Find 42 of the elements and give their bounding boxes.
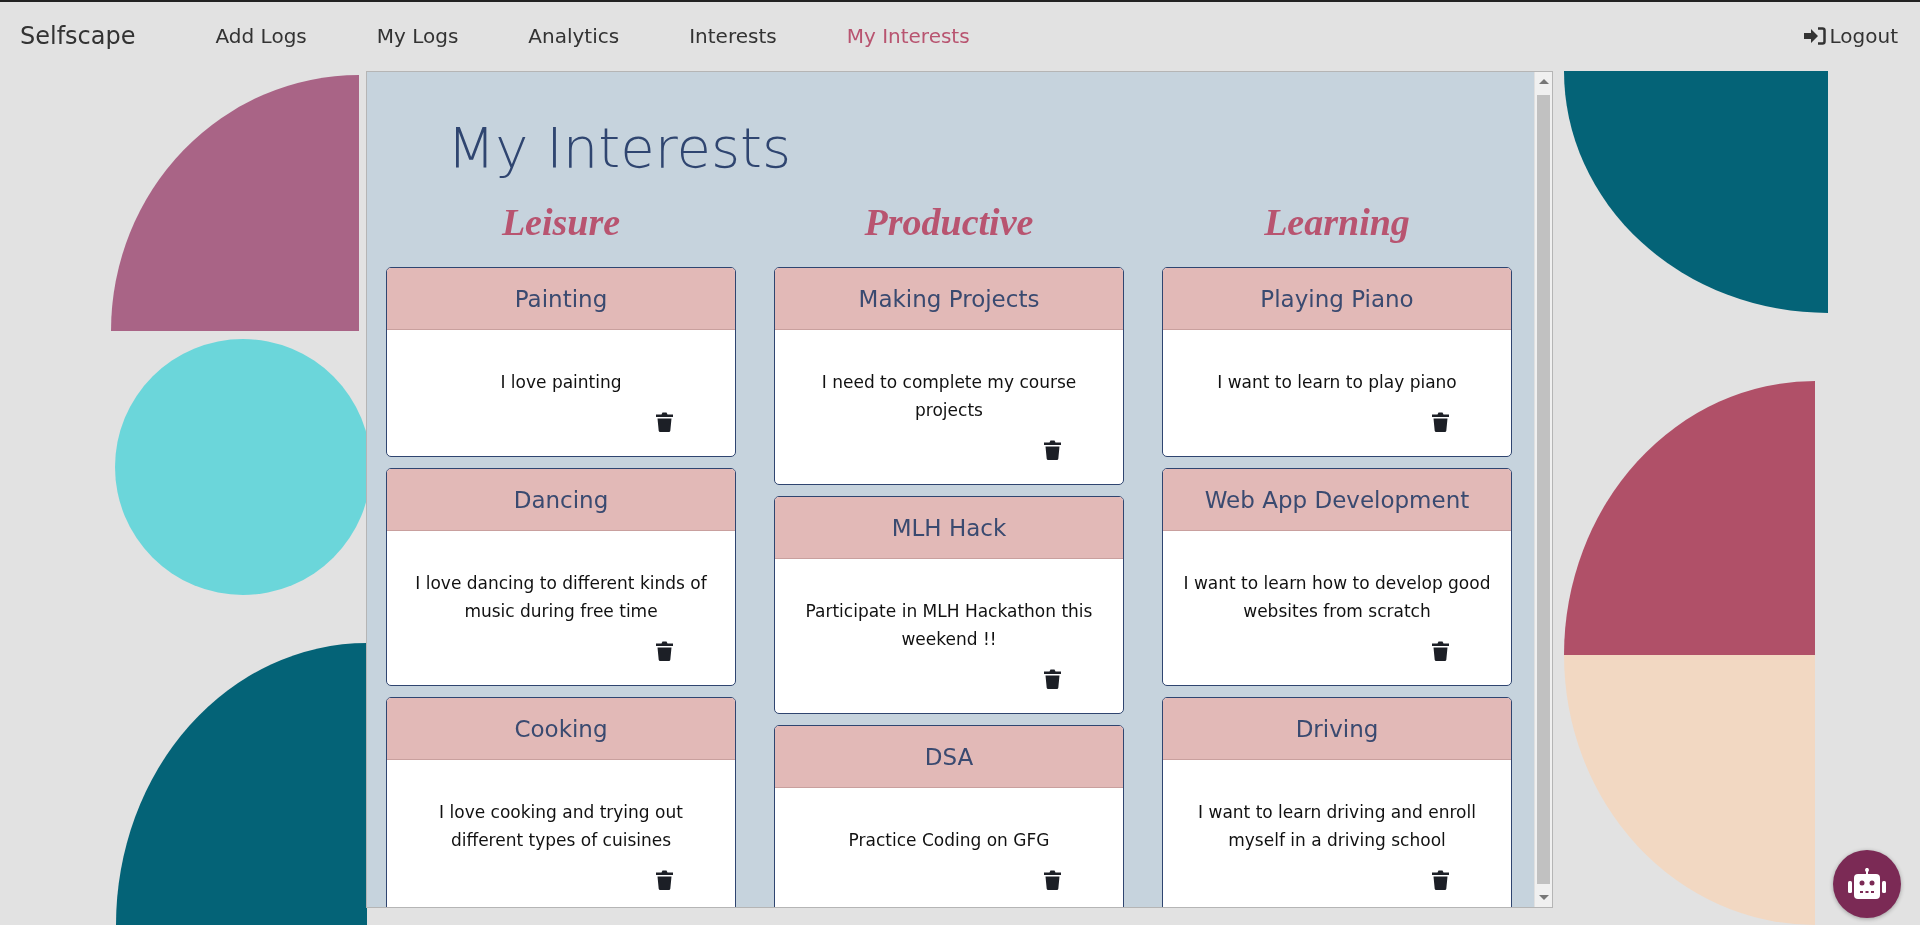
trash-icon[interactable] xyxy=(656,412,673,432)
nav-link[interactable]: Interests xyxy=(689,24,777,48)
column-heading: Productive xyxy=(864,201,1034,243)
robot-icon xyxy=(1847,868,1887,900)
column-heading: Leisure xyxy=(501,201,621,243)
trash-icon[interactable] xyxy=(1432,870,1449,890)
card-title: Driving xyxy=(1295,715,1379,742)
column-heading: Learning xyxy=(1264,201,1410,243)
card-text: I want to learn how to develop good websites from scratch xyxy=(1183,572,1491,623)
logout-link[interactable]: Logout xyxy=(1803,24,1898,48)
chatbot-button[interactable] xyxy=(1833,850,1901,918)
card-title: DSA xyxy=(924,743,974,770)
trash-icon[interactable] xyxy=(1044,669,1061,689)
card-text: I love cooking and trying out different types of cuisines xyxy=(438,801,684,852)
trash-icon[interactable] xyxy=(1044,870,1061,890)
card-title: Making Projects xyxy=(858,285,1040,312)
nav-link[interactable]: Add Logs xyxy=(215,24,307,48)
brand-name[interactable]: Selfscape xyxy=(20,22,136,50)
card-text: I love dancing to different kinds of music during free time xyxy=(414,572,708,623)
card-title: Dancing xyxy=(513,486,609,513)
trash-icon[interactable] xyxy=(1432,412,1449,432)
card-title: Playing Piano xyxy=(1260,285,1414,312)
page-title: My Interests xyxy=(447,114,793,182)
trash-icon[interactable] xyxy=(656,870,673,890)
card-title: Web App Development xyxy=(1204,486,1470,513)
trash-icon[interactable] xyxy=(1044,440,1061,460)
trash-icon[interactable] xyxy=(656,641,673,661)
nav-link[interactable]: My Interests xyxy=(846,24,970,48)
card-title: Painting xyxy=(514,285,608,312)
card-text: I want to learn driving and enroll myself in a driving school xyxy=(1197,801,1477,852)
card-text: Participate in MLH Hackathon this weekend !! xyxy=(804,600,1094,651)
card-title: MLH Hack xyxy=(891,514,1007,541)
card-title: Cooking xyxy=(514,715,608,742)
scrollbar[interactable] xyxy=(1534,72,1552,907)
nav-link[interactable]: My Logs xyxy=(376,24,459,48)
card-text: Practice Coding on GFG xyxy=(847,829,1051,852)
logout-icon xyxy=(1803,27,1826,45)
nav-link[interactable]: Analytics xyxy=(528,24,620,48)
card-text: I love painting xyxy=(499,371,623,394)
card-text: I want to learn to play piano xyxy=(1216,371,1458,394)
trash-icon[interactable] xyxy=(1432,641,1449,661)
card-text: I need to complete my course projects xyxy=(820,371,1078,422)
